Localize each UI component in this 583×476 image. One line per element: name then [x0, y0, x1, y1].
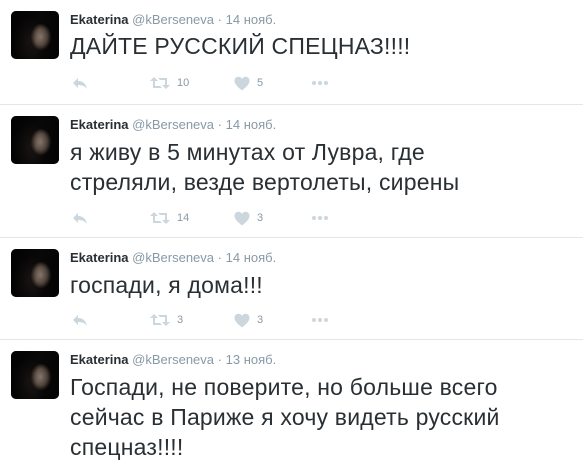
- tweet-header: Ekaterina @kBerseneva · 14 нояб.: [70, 250, 276, 266]
- like-button[interactable]: 3: [234, 311, 263, 329]
- tweet-text-line: госпади, я дома!!!: [70, 272, 263, 298]
- tweet-text-line: спецназ!!!!: [70, 434, 184, 460]
- tweet-text-line: ДАЙТЕ РУССКИЙ СПЕЦНАЗ!!!!: [70, 33, 411, 59]
- separator: ·: [217, 12, 222, 27]
- tweet-text: я живу в 5 минутах от Лувра, где стрелял…: [70, 137, 459, 197]
- heart-icon: [234, 211, 250, 225]
- tweet[interactable]: Ekaterina @kBerseneva · 14 нояб. ДАЙТЕ Р…: [0, 0, 583, 105]
- retweet-count: 14: [177, 212, 190, 224]
- tweet-header: Ekaterina @kBerseneva · 14 нояб.: [70, 12, 276, 28]
- avatar[interactable]: [11, 116, 59, 164]
- author-handle[interactable]: @kBerseneva: [132, 250, 214, 265]
- more-button[interactable]: [312, 311, 328, 329]
- more-button[interactable]: [312, 74, 328, 92]
- more-icon: [312, 318, 328, 322]
- avatar[interactable]: [11, 11, 59, 59]
- retweet-button[interactable]: 10: [150, 74, 189, 92]
- retweet-count: 10: [177, 77, 190, 89]
- author-name[interactable]: Ekaterina: [70, 250, 129, 265]
- retweet-icon: [150, 212, 170, 224]
- heart-icon: [234, 76, 250, 90]
- reply-icon: [73, 78, 87, 89]
- retweet-icon: [150, 314, 170, 326]
- author-name[interactable]: Ekaterina: [70, 12, 129, 27]
- tweet-text: ДАЙТЕ РУССКИЙ СПЕЦНАЗ!!!!: [70, 31, 410, 61]
- tweet-text: Госпади, не поверите, но больше всего се…: [70, 372, 500, 462]
- reply-button[interactable]: [72, 311, 88, 329]
- avatar[interactable]: [11, 351, 59, 399]
- more-icon: [312, 81, 328, 85]
- timestamp[interactable]: 14 нояб.: [226, 12, 277, 27]
- tweet[interactable]: Ekaterina @kBerseneva · 13 нояб. Госпади…: [0, 340, 583, 476]
- author-handle[interactable]: @kBerseneva: [132, 117, 214, 132]
- avatar[interactable]: [11, 249, 59, 297]
- tweet-text-line: я живу в 5 минутах от Лувра, где: [70, 139, 425, 165]
- retweet-button[interactable]: 3: [150, 311, 183, 329]
- author-name[interactable]: Ekaterina: [70, 117, 129, 132]
- reply-icon: [73, 213, 87, 224]
- like-count: 3: [257, 314, 264, 326]
- heart-icon: [234, 313, 250, 327]
- timestamp[interactable]: 14 нояб.: [226, 117, 277, 132]
- retweet-button[interactable]: 14: [150, 209, 189, 227]
- retweet-icon: [150, 77, 170, 89]
- more-icon: [312, 216, 328, 220]
- like-count: 5: [257, 77, 264, 89]
- tweet[interactable]: Ekaterina @kBerseneva · 14 нояб. госпади…: [0, 238, 583, 340]
- tweet-header: Ekaterina @kBerseneva · 14 нояб.: [70, 117, 276, 133]
- author-handle[interactable]: @kBerseneva: [132, 352, 214, 367]
- like-button[interactable]: 5: [234, 74, 263, 92]
- tweet-header: Ekaterina @kBerseneva · 13 нояб.: [70, 352, 276, 368]
- like-button[interactable]: 3: [234, 209, 263, 227]
- separator: ·: [217, 117, 222, 132]
- tweet-text: госпади, я дома!!!: [70, 270, 263, 300]
- tweet-text-line: Госпади, не поверите, но больше всего: [70, 374, 498, 400]
- retweet-count: 3: [177, 314, 184, 326]
- author-handle[interactable]: @kBerseneva: [132, 12, 214, 27]
- reply-icon: [73, 315, 87, 326]
- tweet-text-line: стреляли, везде вертолеты, сирены: [70, 169, 460, 195]
- reply-button[interactable]: [72, 74, 88, 92]
- author-name[interactable]: Ekaterina: [70, 352, 129, 367]
- more-button[interactable]: [312, 209, 328, 227]
- separator: ·: [217, 250, 222, 265]
- timestamp[interactable]: 14 нояб.: [226, 250, 277, 265]
- reply-button[interactable]: [72, 209, 88, 227]
- like-count: 3: [257, 212, 264, 224]
- tweet[interactable]: Ekaterina @kBerseneva · 14 нояб. я живу …: [0, 105, 583, 238]
- tweet-text-line: сейчас в Париже я хочу видеть русский: [70, 404, 500, 430]
- separator: ·: [217, 352, 222, 367]
- timestamp[interactable]: 13 нояб.: [226, 352, 277, 367]
